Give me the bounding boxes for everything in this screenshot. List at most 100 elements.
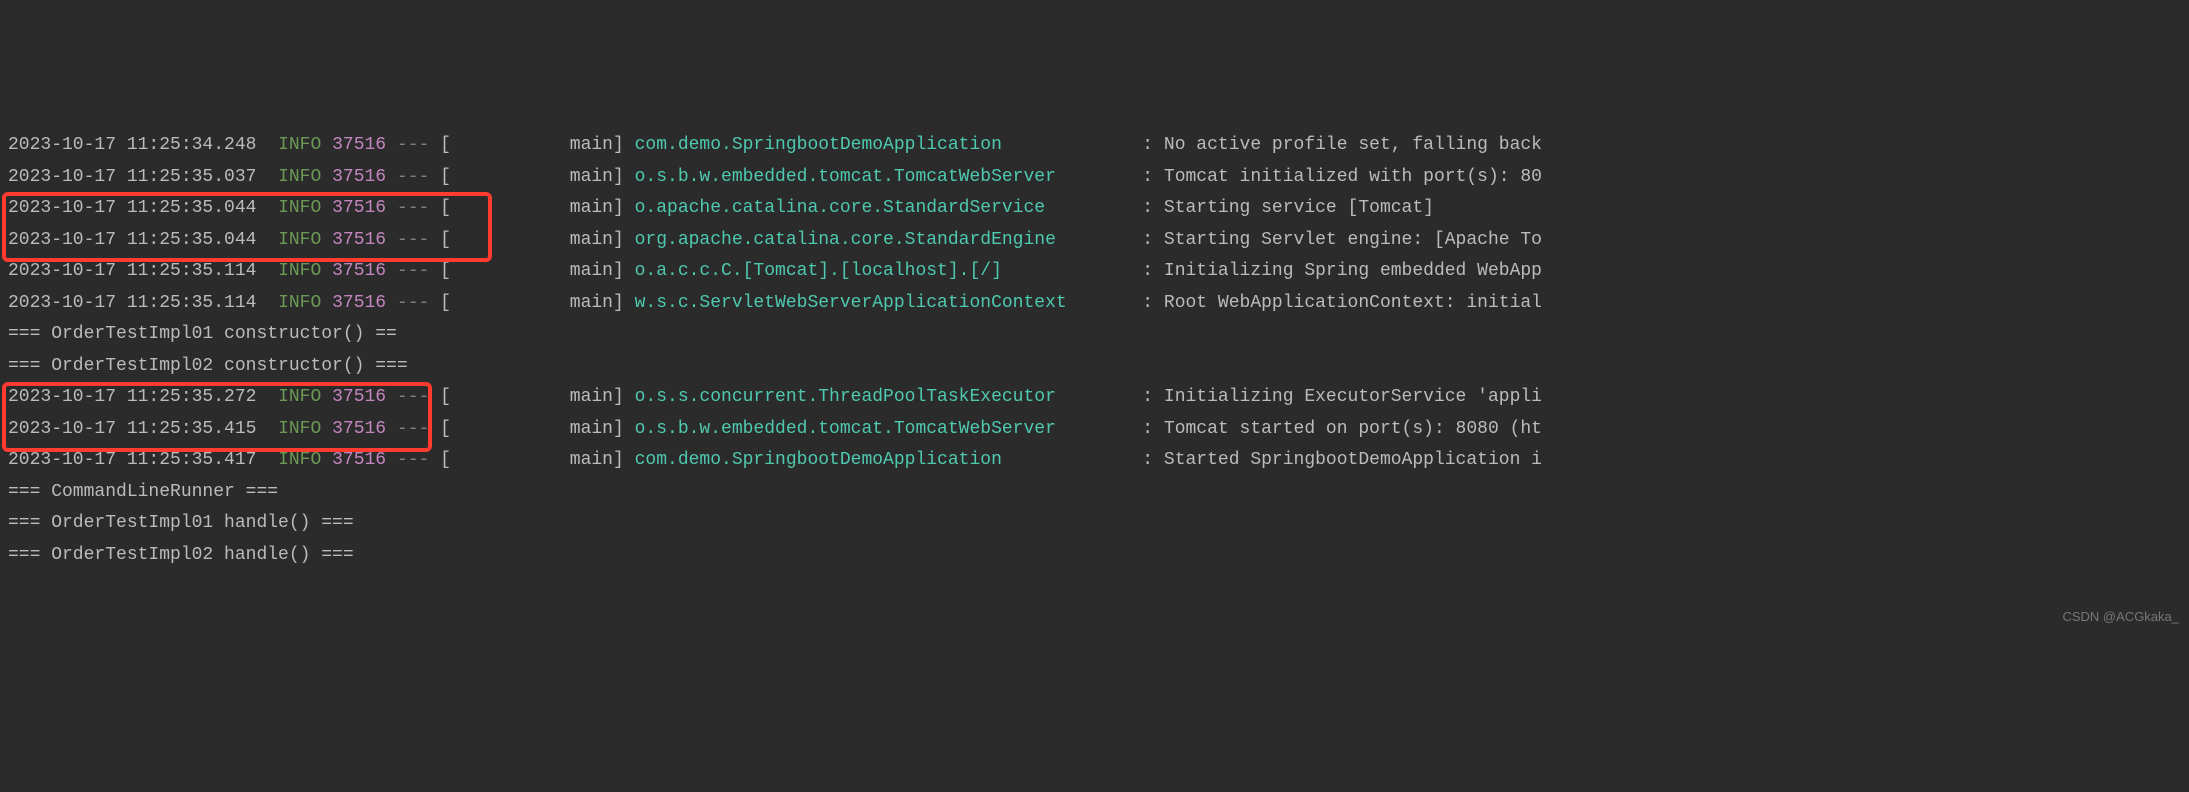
log-line: 2023-10-17 11:25:35.044 INFO 37516 --- […: [8, 193, 2189, 225]
bracket-close: ]: [613, 198, 624, 218]
timestamp: 2023-10-17 11:25:35.272: [8, 387, 256, 407]
bracket-open: [: [440, 167, 451, 187]
separator: ---: [397, 261, 429, 281]
bracket-open: [: [440, 261, 451, 281]
bracket-open: [: [440, 419, 451, 439]
process-id: 37516: [332, 293, 386, 313]
separator: ---: [397, 135, 429, 155]
bracket-close: ]: [613, 261, 624, 281]
thread-name: main: [451, 135, 613, 155]
plain-line: === OrderTestImpl01 handle() ===: [8, 508, 2189, 540]
separator: ---: [397, 387, 429, 407]
timestamp: 2023-10-17 11:25:34.248: [8, 135, 256, 155]
plain-text: === OrderTestImpl02 handle() ===: [8, 545, 354, 565]
plain-text: === CommandLineRunner ===: [8, 482, 278, 502]
log-line: 2023-10-17 11:25:35.114 INFO 37516 --- […: [8, 288, 2189, 320]
log-level: INFO: [278, 387, 321, 407]
log-line: 2023-10-17 11:25:34.248 INFO 37516 --- […: [8, 130, 2189, 162]
colon-separator: :: [1142, 293, 1164, 313]
timestamp: 2023-10-17 11:25:35.114: [8, 261, 256, 281]
log-message: Root WebApplicationContext: initial: [1164, 293, 1542, 313]
process-id: 37516: [332, 167, 386, 187]
log-message: Starting service [Tomcat]: [1164, 198, 1434, 218]
process-id: 37516: [332, 387, 386, 407]
log-message: Initializing Spring embedded WebApp: [1164, 261, 1542, 281]
log-message: No active profile set, falling back: [1164, 135, 1542, 155]
timestamp: 2023-10-17 11:25:35.044: [8, 230, 256, 250]
plain-line: === OrderTestImpl02 handle() ===: [8, 540, 2189, 572]
log-level: INFO: [278, 261, 321, 281]
bracket-open: [: [440, 450, 451, 470]
thread-name: main: [451, 230, 613, 250]
process-id: 37516: [332, 261, 386, 281]
timestamp: 2023-10-17 11:25:35.037: [8, 167, 256, 187]
thread-name: main: [451, 419, 613, 439]
process-id: 37516: [332, 198, 386, 218]
process-id: 37516: [332, 419, 386, 439]
colon-separator: :: [1142, 230, 1164, 250]
logger-name: com.demo.SpringbootDemoApplication: [635, 450, 1143, 470]
separator: ---: [397, 419, 429, 439]
watermark-text: CSDN @ACGkaka_: [2062, 606, 2179, 629]
log-level: INFO: [278, 135, 321, 155]
thread-name: main: [451, 387, 613, 407]
log-line: 2023-10-17 11:25:35.044 INFO 37516 --- […: [8, 225, 2189, 257]
log-message: Tomcat started on port(s): 8080 (ht: [1164, 419, 1542, 439]
bracket-close: ]: [613, 230, 624, 250]
logger-name: o.apache.catalina.core.StandardService: [635, 198, 1143, 218]
log-line: 2023-10-17 11:25:35.417 INFO 37516 --- […: [8, 445, 2189, 477]
colon-separator: :: [1142, 419, 1164, 439]
colon-separator: :: [1142, 198, 1164, 218]
log-output: 2023-10-17 11:25:34.248 INFO 37516 --- […: [8, 130, 2189, 571]
bracket-open: [: [440, 135, 451, 155]
logger-name: o.a.c.c.C.[Tomcat].[localhost].[/]: [635, 261, 1143, 281]
bracket-open: [: [440, 387, 451, 407]
logger-name: com.demo.SpringbootDemoApplication: [635, 135, 1143, 155]
colon-separator: :: [1142, 261, 1164, 281]
bracket-close: ]: [613, 135, 624, 155]
bracket-close: ]: [613, 387, 624, 407]
thread-name: main: [451, 167, 613, 187]
separator: ---: [397, 167, 429, 187]
colon-separator: :: [1142, 135, 1164, 155]
log-level: INFO: [278, 167, 321, 187]
timestamp: 2023-10-17 11:25:35.417: [8, 450, 256, 470]
process-id: 37516: [332, 135, 386, 155]
log-line: 2023-10-17 11:25:35.037 INFO 37516 --- […: [8, 162, 2189, 194]
bracket-close: ]: [613, 419, 624, 439]
log-message: Tomcat initialized with port(s): 80: [1164, 167, 1542, 187]
log-level: INFO: [278, 450, 321, 470]
log-message: Started SpringbootDemoApplication i: [1164, 450, 1542, 470]
colon-separator: :: [1142, 167, 1164, 187]
plain-line: === OrderTestImpl02 constructor() ===: [8, 351, 2189, 383]
log-level: INFO: [278, 419, 321, 439]
separator: ---: [397, 198, 429, 218]
plain-text: === OrderTestImpl02 constructor() ===: [8, 356, 408, 376]
logger-name: org.apache.catalina.core.StandardEngine: [635, 230, 1143, 250]
logger-name: w.s.c.ServletWebServerApplicationContext: [635, 293, 1143, 313]
bracket-open: [: [440, 198, 451, 218]
timestamp: 2023-10-17 11:25:35.415: [8, 419, 256, 439]
timestamp: 2023-10-17 11:25:35.044: [8, 198, 256, 218]
timestamp: 2023-10-17 11:25:35.114: [8, 293, 256, 313]
log-line: 2023-10-17 11:25:35.415 INFO 37516 --- […: [8, 414, 2189, 446]
log-line: 2023-10-17 11:25:35.114 INFO 37516 --- […: [8, 256, 2189, 288]
separator: ---: [397, 450, 429, 470]
plain-line: === OrderTestImpl01 constructor() ==: [8, 319, 2189, 351]
log-message: Initializing ExecutorService 'appli: [1164, 387, 1542, 407]
process-id: 37516: [332, 230, 386, 250]
separator: ---: [397, 293, 429, 313]
logger-name: o.s.s.concurrent.ThreadPoolTaskExecutor: [635, 387, 1143, 407]
bracket-close: ]: [613, 450, 624, 470]
log-message: Starting Servlet engine: [Apache To: [1164, 230, 1542, 250]
thread-name: main: [451, 198, 613, 218]
log-level: INFO: [278, 230, 321, 250]
plain-line: === CommandLineRunner ===: [8, 477, 2189, 509]
plain-text: === OrderTestImpl01 handle() ===: [8, 513, 354, 533]
process-id: 37516: [332, 450, 386, 470]
log-line: 2023-10-17 11:25:35.272 INFO 37516 --- […: [8, 382, 2189, 414]
plain-text: === OrderTestImpl01 constructor() ==: [8, 324, 397, 344]
separator: ---: [397, 230, 429, 250]
logger-name: o.s.b.w.embedded.tomcat.TomcatWebServer: [635, 419, 1143, 439]
colon-separator: :: [1142, 450, 1164, 470]
